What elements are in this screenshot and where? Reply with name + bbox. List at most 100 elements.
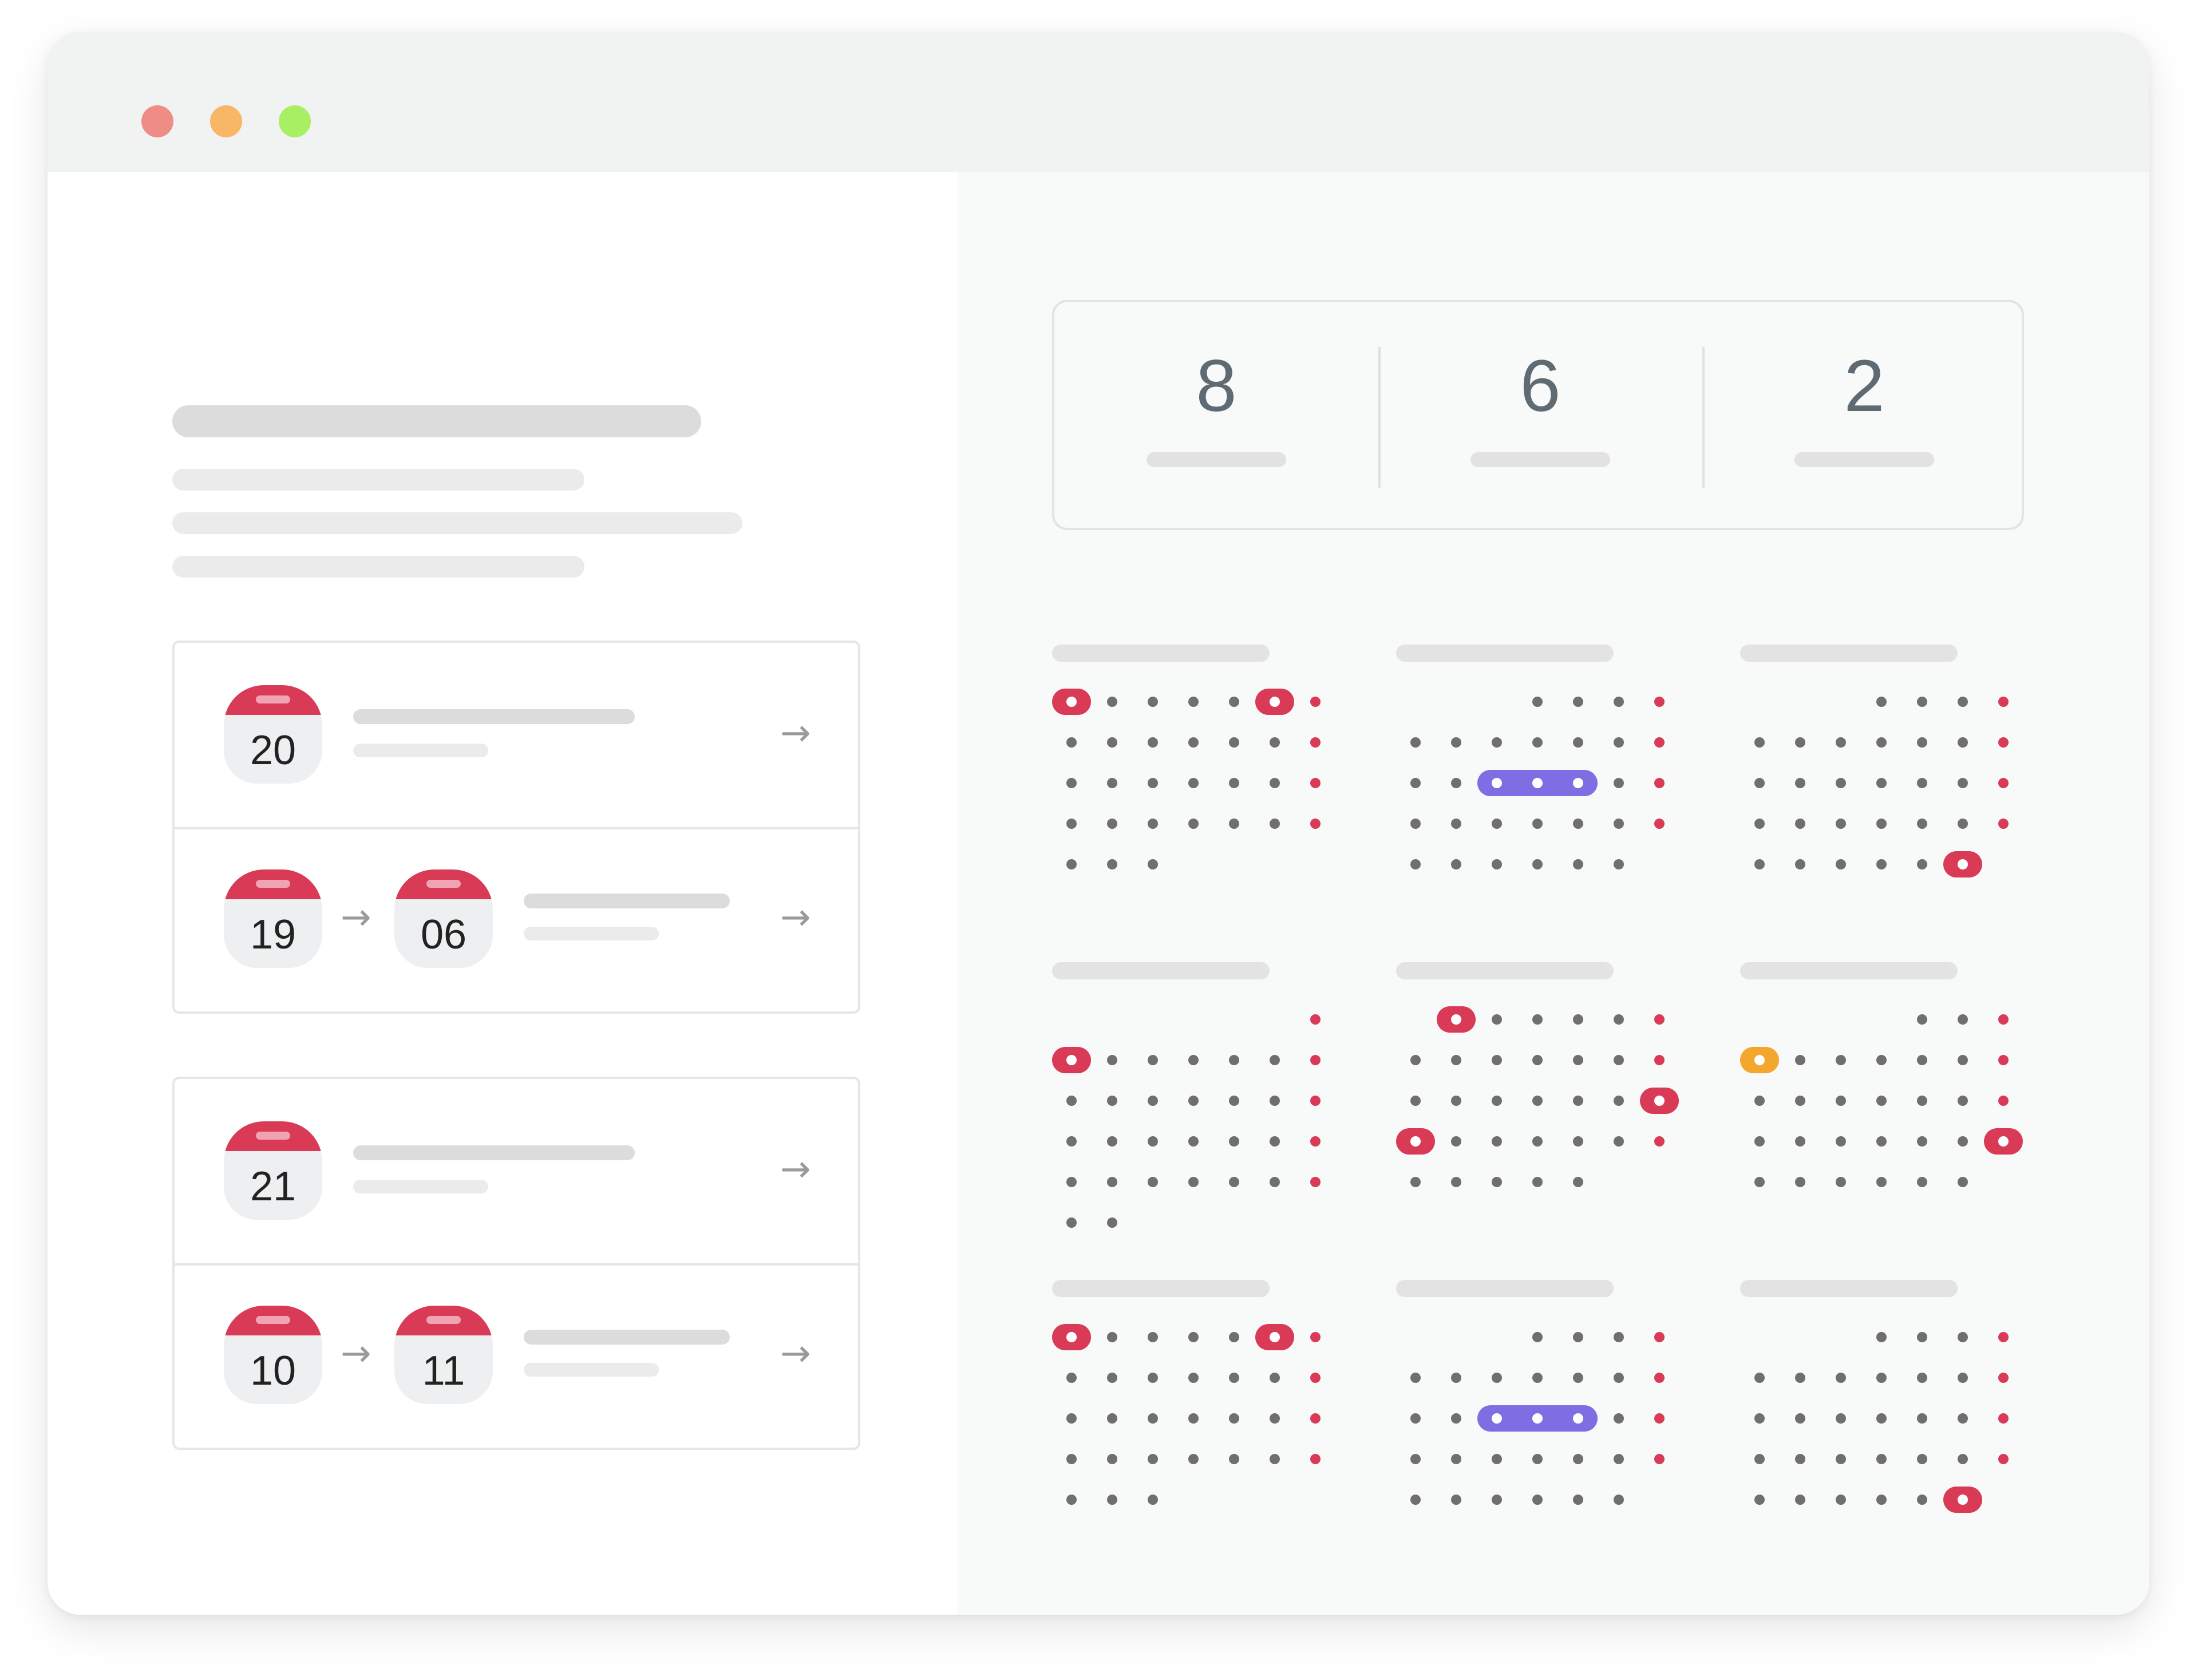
calendar-day[interactable] [1492,1014,1502,1025]
calendar-day[interactable] [1876,1373,1887,1383]
calendar-day[interactable] [1270,778,1280,788]
calendar-day[interactable] [1532,1055,1543,1065]
calendar-day[interactable] [1998,1454,2009,1464]
calendar-day[interactable] [1614,1136,1624,1147]
calendar-day[interactable] [1917,697,1927,707]
event-marker[interactable] [1396,1128,1435,1155]
calendar-day[interactable] [1754,1136,1765,1147]
calendar-day[interactable] [1917,1096,1927,1106]
calendar-day[interactable] [1917,1177,1927,1187]
calendar-day[interactable] [1270,1413,1280,1424]
calendar-day[interactable] [1310,1055,1321,1065]
calendar-day[interactable] [1654,1332,1665,1342]
calendar-day[interactable] [1754,1495,1765,1505]
calendar-day[interactable] [1310,1413,1321,1424]
calendar-day[interactable] [1998,1014,2009,1025]
calendar-day[interactable] [1310,737,1321,748]
calendar-day[interactable] [1188,697,1199,707]
close-window-button[interactable] [141,105,173,137]
calendar-day[interactable] [1066,737,1077,748]
calendar-day[interactable] [1066,1096,1077,1106]
calendar-day[interactable] [1310,1096,1321,1106]
calendar-day[interactable] [1451,1454,1461,1464]
calendar-day[interactable] [1614,778,1624,788]
event-marker[interactable] [1052,1047,1091,1073]
calendar-day[interactable] [1917,819,1927,829]
minimize-window-button[interactable] [210,105,242,137]
calendar-day[interactable] [1532,819,1543,829]
calendar-day[interactable] [1836,737,1846,748]
calendar-day[interactable] [1148,1332,1158,1342]
calendar-day[interactable] [1876,1413,1887,1424]
calendar-day[interactable] [1876,819,1887,829]
arrow-right-icon[interactable]: → [780,715,811,752]
calendar-day[interactable] [1573,1332,1583,1342]
event-marker[interactable] [1984,1128,2023,1155]
arrow-right-icon[interactable]: → [780,1151,811,1188]
arrow-right-icon[interactable]: → [780,1335,811,1372]
calendar-day[interactable] [1310,1454,1321,1464]
calendar-day[interactable] [1451,1136,1461,1147]
calendar-day[interactable] [1654,1055,1665,1065]
calendar-day[interactable] [1836,1136,1846,1147]
calendar-day[interactable] [1410,819,1421,829]
calendar-day[interactable] [1310,697,1321,707]
event-row[interactable]: 20 → [175,643,858,827]
calendar-day[interactable] [1958,1055,1968,1065]
event-marker[interactable] [1640,1088,1679,1114]
calendar-day[interactable] [1614,1495,1624,1505]
calendar-day[interactable] [1410,1373,1421,1383]
calendar-day[interactable] [1451,1055,1461,1065]
calendar-day[interactable] [1451,737,1461,748]
calendar-day[interactable] [1917,1454,1927,1464]
event-marker[interactable] [1740,1047,1779,1073]
calendar-day[interactable] [1148,859,1158,869]
maximize-window-button[interactable] [279,105,311,137]
calendar-day[interactable] [1270,1055,1280,1065]
calendar-day[interactable] [1066,1136,1077,1147]
calendar-day[interactable] [1066,1454,1077,1464]
calendar-day[interactable] [1148,1136,1158,1147]
calendar-day[interactable] [1188,737,1199,748]
calendar-day[interactable] [1958,1413,1968,1424]
calendar-day[interactable] [1066,1373,1077,1383]
calendar-day[interactable] [1654,778,1665,788]
event-marker[interactable] [1255,1324,1294,1350]
calendar-day[interactable] [1836,1177,1846,1187]
calendar-day[interactable] [1107,1454,1117,1464]
event-row[interactable]: 19 → 06 → [175,827,858,1014]
calendar-day[interactable] [1532,1495,1543,1505]
calendar-day[interactable] [1795,778,1805,788]
calendar-day[interactable] [1451,1096,1461,1106]
calendar-day[interactable] [1795,819,1805,829]
calendar-day[interactable] [1836,859,1846,869]
event-row[interactable]: 21 → [175,1079,858,1263]
calendar-day[interactable] [1917,1495,1927,1505]
event-marker[interactable] [1943,851,1982,877]
calendar-day[interactable] [1229,1413,1239,1424]
calendar-day[interactable] [1654,819,1665,829]
calendar-day[interactable] [1795,859,1805,869]
calendar-day[interactable] [1148,1373,1158,1383]
calendar-day[interactable] [1310,819,1321,829]
calendar-day[interactable] [1229,819,1239,829]
calendar-day[interactable] [1229,1055,1239,1065]
calendar-day[interactable] [1410,737,1421,748]
calendar-day[interactable] [1492,1373,1502,1383]
calendar-day[interactable] [1107,819,1117,829]
calendar-day[interactable] [1451,1373,1461,1383]
calendar-day[interactable] [1532,1096,1543,1106]
calendar-day[interactable] [1066,859,1077,869]
calendar-day[interactable] [1310,1332,1321,1342]
calendar-day[interactable] [1492,1055,1502,1065]
calendar-day[interactable] [1654,737,1665,748]
calendar-day[interactable] [1188,819,1199,829]
calendar-day[interactable] [1573,1096,1583,1106]
calendar-day[interactable] [1532,1332,1543,1342]
calendar-day[interactable] [1573,1495,1583,1505]
calendar-day[interactable] [1754,1373,1765,1383]
calendar-day[interactable] [1876,1177,1887,1187]
calendar-day[interactable] [1754,1454,1765,1464]
calendar-day[interactable] [1958,697,1968,707]
calendar-day[interactable] [1876,1096,1887,1106]
